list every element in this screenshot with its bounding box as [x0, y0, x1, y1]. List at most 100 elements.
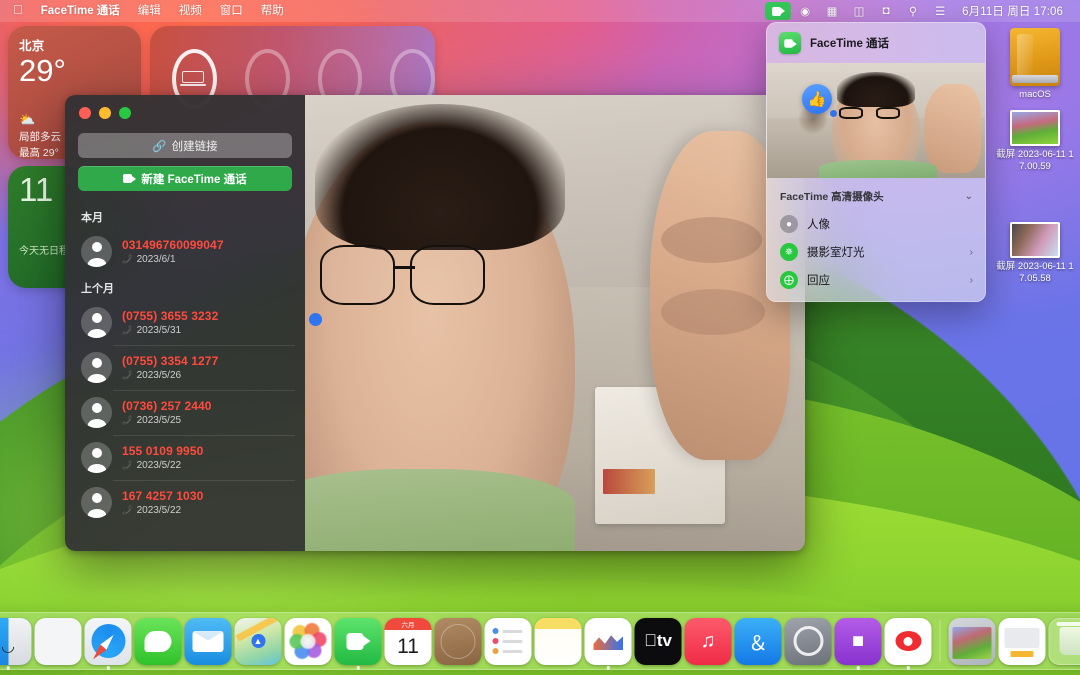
section-header-last-month: 上个月	[81, 283, 114, 295]
menu-item-reactions[interactable]: ⨁ 回应 ›	[767, 266, 985, 294]
new-facetime-call-button[interactable]: 新建 FaceTime 通话	[78, 166, 292, 191]
video-menu-preview[interactable]: 👍	[767, 63, 985, 178]
menu-bar[interactable]:  FaceTime 通话 编辑 视频 窗口 帮助 ◉ ▦ ◫ ◘ ⚲ ☰ 6月…	[0, 0, 1080, 22]
video-glasses-bridge	[395, 266, 415, 269]
chevron-right-icon: ›	[969, 274, 973, 286]
desktop-icon-screenshot-1[interactable]: 截屏 2023-06-11 17.00.59	[992, 110, 1078, 173]
calendar-day-label: 11	[397, 635, 419, 658]
dock-item-podcasts[interactable]: ■	[834, 617, 882, 670]
video-menu-options: FaceTime 高清摄像头 ⌄ ● 人像 ✵ 摄影室灯光 › ⨁ 回应 ›	[767, 178, 985, 301]
dock-item-reminders[interactable]	[484, 617, 532, 665]
dock-item-system-settings[interactable]	[784, 617, 832, 665]
screen-record-icon[interactable]: ◉	[792, 2, 818, 20]
dock-item-mail[interactable]	[184, 617, 232, 665]
phone-icon: 📞	[122, 325, 133, 335]
dock-item-trash[interactable]	[1048, 617, 1080, 665]
dock-item-facetime[interactable]	[334, 617, 382, 670]
facetime-sidebar: 🔗 创建链接 新建 FaceTime 通话 本月 031496760099047…	[65, 95, 305, 551]
desktop-icon-macos[interactable]: macOS	[992, 28, 1078, 101]
video-camera-active-icon[interactable]	[765, 2, 792, 20]
menubar-clock[interactable]: 6月11日 周日 17:06	[954, 3, 1069, 19]
facetime-video-preview[interactable]	[305, 95, 805, 551]
menu-facetime[interactable]: FaceTime 通话	[32, 2, 129, 20]
battery-icon[interactable]: ◫	[846, 2, 872, 20]
call-history-list[interactable]: 本月 031496760099047 📞 2023/6/1 上个月 (0755) …	[65, 191, 305, 551]
facetime-window[interactable]: 🔗 创建链接 新建 FaceTime 通话 本月 031496760099047…	[65, 95, 805, 551]
camera-name-label: FaceTime 高清摄像头	[780, 191, 884, 203]
create-link-button[interactable]: 🔗 创建链接	[78, 133, 292, 158]
dock-minimized-window-document[interactable]	[998, 617, 1046, 665]
dock-item-maps[interactable]: ▲	[234, 617, 282, 665]
podcasts-icon: ■	[834, 617, 882, 665]
video-menu-app-title: FaceTime 通话	[810, 38, 890, 50]
list-item[interactable]: (0736) 257 2440 📞 2023/5/25	[65, 390, 305, 435]
spotlight-search-icon[interactable]: ⚲	[900, 2, 926, 20]
wifi-icon[interactable]: ◘	[873, 2, 899, 20]
dock-item-safari[interactable]	[84, 617, 132, 670]
dock-item-weibo[interactable]	[884, 617, 932, 670]
menu-item-studio-light[interactable]: ✵ 摄影室灯光 ›	[767, 238, 985, 266]
dock-item-app-store[interactable]: ＆	[734, 617, 782, 665]
dock-item-photos[interactable]	[284, 617, 332, 665]
menu-item-label: 回应	[807, 275, 830, 287]
dock-item-messages[interactable]	[134, 617, 182, 665]
close-button[interactable]	[79, 107, 91, 119]
call-date: 2023/5/26	[136, 370, 182, 381]
menu-item-label: 人像	[807, 219, 830, 231]
finder-icon	[0, 617, 32, 665]
dock[interactable]: ▲ 六月 11 tv	[0, 612, 1080, 670]
video-camera-icon	[123, 174, 137, 183]
list-item[interactable]: (0755) 3354 1277 📞 2023/5/26	[65, 345, 305, 390]
safari-icon	[84, 617, 132, 665]
zoom-button[interactable]	[119, 107, 131, 119]
menu-edit[interactable]: 编辑	[129, 2, 170, 20]
dock-item-apple-tv[interactable]: tv	[634, 617, 682, 665]
dock-item-contacts[interactable]	[434, 617, 482, 665]
list-item[interactable]: (0755) 3655 3232 📞 2023/5/31	[65, 300, 305, 345]
list-item[interactable]: 167 4257 1030 📞 2023/5/22	[65, 480, 305, 525]
avatar	[81, 442, 112, 473]
dock-item-calendar[interactable]: 六月 11	[384, 617, 432, 665]
avatar	[81, 236, 112, 267]
call-number: (0755) 3354 1277	[122, 354, 219, 368]
list-item[interactable]: 155 0109 9950 📞 2023/5/22	[65, 435, 305, 480]
dock-item-music[interactable]: ♫	[684, 617, 732, 665]
dock-minimized-window-screenshot[interactable]	[948, 617, 996, 665]
stocks-icon	[584, 617, 632, 665]
launchpad-icon	[34, 617, 82, 665]
video-menu-dropdown[interactable]: FaceTime 通话 👍 FaceTime 高清摄像头 ⌄ ● 人像 ✵ 摄影…	[766, 22, 986, 302]
minimize-button[interactable]	[99, 107, 111, 119]
dock-item-finder[interactable]	[0, 617, 32, 670]
preview-glasses-left	[838, 106, 863, 120]
menu-item-portrait[interactable]: ● 人像	[767, 210, 985, 238]
menu-item-label: 摄影室灯光	[807, 247, 865, 259]
desktop-icon-screenshot-2[interactable]: 截屏 2023-06-11 17.05.58	[992, 222, 1078, 285]
avatar	[81, 487, 112, 518]
video-blue-indicator	[309, 313, 322, 326]
camera-selector-row[interactable]: FaceTime 高清摄像头 ⌄	[767, 184, 985, 210]
video-menu-header: FaceTime 通话	[767, 23, 985, 63]
call-number: (0755) 3655 3232	[122, 309, 219, 323]
control-center-icon[interactable]: ☰	[927, 2, 953, 20]
menu-video[interactable]: 视频	[170, 2, 211, 20]
gear-icon	[784, 617, 832, 665]
apple-logo-icon[interactable]: 	[7, 2, 32, 20]
music-note-icon: ♫	[684, 617, 732, 665]
input-source-icon[interactable]: ▦	[819, 2, 845, 20]
preview-glasses-right	[876, 106, 900, 120]
app-store-icon: ＆	[734, 617, 782, 665]
list-item[interactable]: 031496760099047 📞 2023/6/1	[65, 229, 305, 274]
dock-item-launchpad[interactable]	[34, 617, 82, 665]
dock-item-stocks[interactable]	[584, 617, 632, 670]
video-person-shirt	[305, 468, 575, 551]
menu-window[interactable]: 窗口	[211, 2, 252, 20]
dock-item-notes[interactable]	[534, 617, 582, 665]
call-number: 155 0109 9950	[122, 444, 204, 458]
screenshot-thumbnail-icon	[1010, 110, 1060, 146]
apple-tv-icon: tv	[634, 617, 682, 665]
portrait-person-icon: ●	[780, 215, 798, 233]
preview-person-hair	[836, 72, 916, 107]
trash-icon	[1048, 617, 1080, 665]
menu-help[interactable]: 帮助	[252, 2, 293, 20]
reminders-icon	[484, 617, 532, 665]
